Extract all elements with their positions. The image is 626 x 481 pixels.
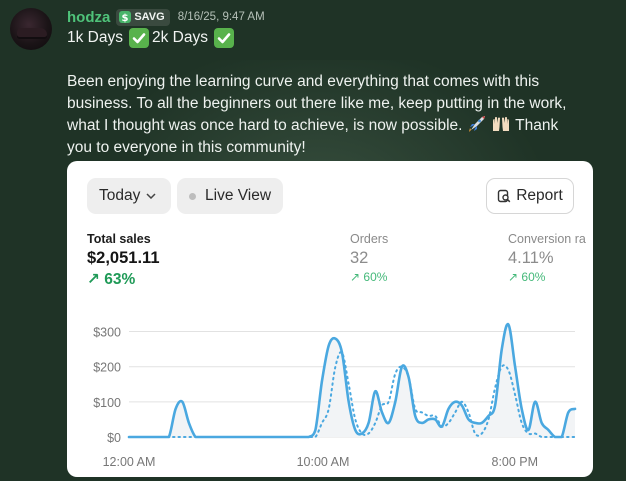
line1-text-b: 2k Days: [152, 29, 208, 46]
avatar[interactable]: [10, 8, 52, 50]
guild-tag-label: SAVG: [134, 11, 165, 23]
metric-label: Total sales: [87, 232, 151, 246]
guild-tag[interactable]: $ SAVG: [116, 8, 170, 26]
message-line-1: 1k Days 2k Days: [67, 27, 234, 49]
metric-value: 32: [350, 249, 369, 267]
metric-total-sales[interactable]: Total sales $2,051.11 ↗ 63%: [87, 232, 160, 289]
svg-text:$: $: [122, 13, 129, 23]
metric-value: 4.11%: [508, 249, 554, 267]
date-range-label: Today: [99, 187, 141, 204]
metric-change: ↗ 60%: [350, 270, 388, 284]
chevron-down-icon: [146, 193, 156, 199]
rocket-emoji: [468, 116, 485, 132]
metric-label: Conversion ra: [508, 232, 586, 246]
raised-hands-emoji: [493, 117, 510, 131]
y-tick-label: $200: [93, 361, 121, 375]
timestamp: 8/16/25, 9:47 AM: [177, 11, 265, 23]
y-tick-label: $300: [93, 326, 121, 340]
trend-up-icon: ↗: [87, 271, 105, 288]
metric-orders[interactable]: Orders 32 ↗ 60%: [350, 232, 388, 284]
report-label: Report: [516, 187, 563, 204]
message-body: Been enjoying the learning curve and eve…: [67, 71, 587, 159]
date-range-select[interactable]: Today: [87, 178, 171, 214]
sales-screenshot-card[interactable]: Today Live View Report Total sales $2,05…: [67, 161, 593, 477]
live-view-button[interactable]: Live View: [177, 178, 283, 214]
white-check-mark-emoji: [214, 28, 234, 48]
trend-up-icon: ↗: [508, 270, 522, 284]
metric-change: ↗ 63%: [87, 271, 136, 288]
live-view-label: Live View: [205, 187, 272, 204]
y-tick-label: $0: [107, 431, 121, 445]
live-dot-icon: [189, 192, 196, 200]
x-tick-label: 8:00 PM: [492, 455, 539, 469]
metric-value: $2,051.11: [87, 249, 160, 267]
white-check-mark-emoji: [129, 28, 149, 48]
username[interactable]: hodza: [67, 9, 110, 26]
y-tick-label: $100: [93, 396, 121, 410]
metric-change: ↗ 60%: [508, 270, 546, 284]
report-icon: [498, 189, 511, 203]
metric-conversion-rate[interactable]: Conversion ra 4.11% ↗ 60%: [508, 232, 586, 284]
sales-line-chart: $0 $100 $200 $300 12:00 AM 10:00 AM 8:00 PM: [93, 322, 577, 469]
x-tick-label: 10:00 AM: [297, 455, 350, 469]
x-tick-label: 12:00 AM: [103, 455, 156, 469]
message-header: hodza $ SAVG 8/16/25, 9:47 AM: [67, 8, 265, 26]
report-button[interactable]: Report: [486, 178, 574, 214]
metric-label: Orders: [350, 232, 389, 246]
line1-text-a: 1k Days: [67, 29, 123, 46]
trend-up-icon: ↗: [350, 270, 364, 284]
dollar-badge-icon: $: [119, 11, 132, 23]
